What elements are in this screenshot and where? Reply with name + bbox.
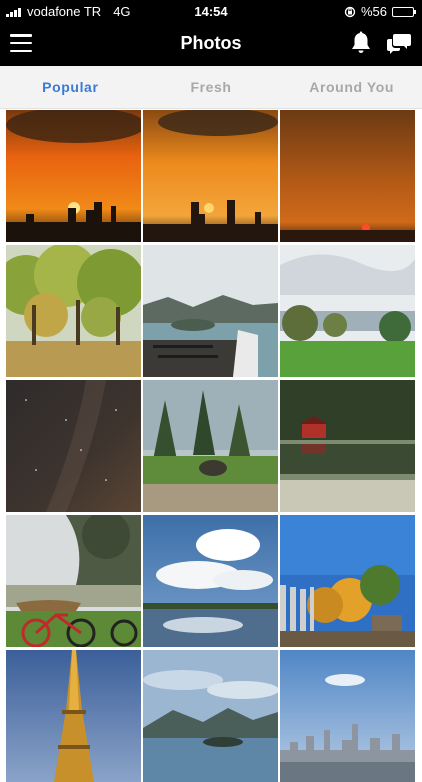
photo-thumbnail-sunset-city-skyline-2[interactable]: [143, 110, 278, 242]
photo-thumbnail-sunset-city-skyline[interactable]: [6, 110, 141, 242]
tab-around-you[interactable]: Around You: [281, 66, 422, 108]
photo-thumbnail-green-lawn-river[interactable]: [280, 245, 415, 377]
battery-percentage: %56: [360, 4, 387, 19]
photo-thumbnail-bicycles-foggy-lake[interactable]: [6, 515, 141, 647]
photo-grid: [6, 110, 416, 782]
tab-popular[interactable]: Popular: [0, 66, 141, 108]
photo-thumbnail-milky-way-night-sky[interactable]: [6, 380, 141, 512]
tab-fresh[interactable]: Fresh: [141, 66, 282, 108]
photo-thumbnail-sunset-over-sea[interactable]: [280, 110, 415, 242]
photo-thumbnail-city-skyline-aerial[interactable]: [280, 650, 415, 782]
photo-thumbnail-pine-forest-park[interactable]: [143, 380, 278, 512]
photo-thumbnail-clouds-reflection[interactable]: [143, 515, 278, 647]
orientation-lock-icon: [344, 6, 356, 17]
status-bar: vodafone TR 4G 14:54 %56: [0, 0, 422, 22]
photo-thumbnail-autumn-sculpture-park[interactable]: [280, 515, 415, 647]
photo-thumbnail-eiffel-tower[interactable]: [6, 650, 141, 782]
top-app-bar: Photos: [0, 22, 422, 66]
photo-thumbnail-harbor-mountains[interactable]: [143, 650, 278, 782]
battery-icon: [392, 6, 416, 17]
photo-thumbnail-autumn-park-trees[interactable]: [6, 245, 141, 377]
photo-thumbnail-balcony-lake-view[interactable]: [143, 245, 278, 377]
photo-tabs: Popular Fresh Around You: [0, 66, 422, 109]
messages-chat-icon[interactable]: [386, 31, 412, 55]
photo-thumbnail-red-cabin-lake[interactable]: [280, 380, 415, 512]
notifications-bell-icon[interactable]: [350, 31, 372, 55]
